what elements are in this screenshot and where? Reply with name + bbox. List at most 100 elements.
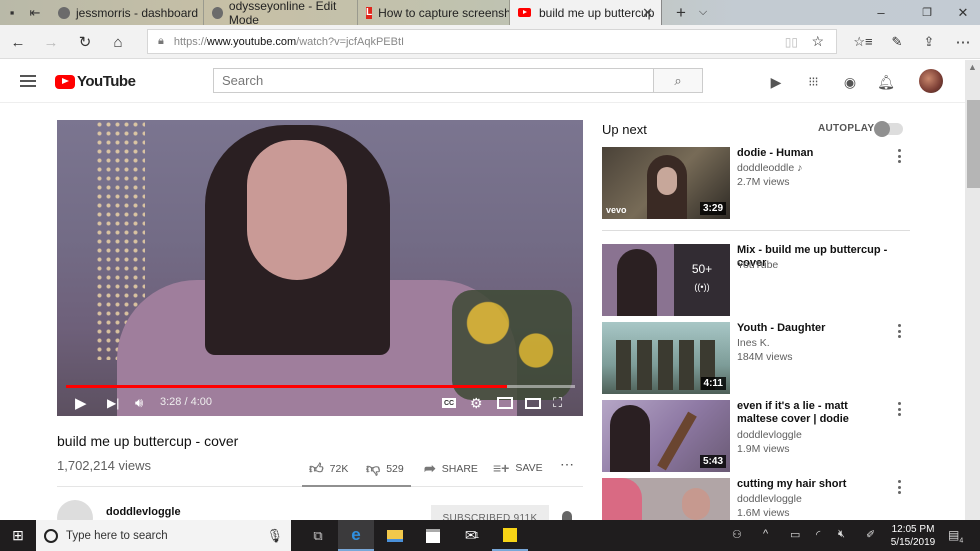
start-button[interactable]: ⊞	[0, 520, 36, 551]
more-actions-icon[interactable]: ⋯	[560, 456, 574, 473]
more-options-icon[interactable]	[898, 324, 902, 338]
back-icon[interactable]: ←	[3, 25, 33, 59]
windows-logo-icon: ⊞	[12, 527, 24, 543]
home-icon[interactable]: ⌂	[103, 25, 133, 59]
file-explorer-icon[interactable]	[377, 520, 413, 551]
mail-icon[interactable]: ✉︎ 1	[454, 520, 490, 551]
video-title[interactable]: even if it's a lie - matt maltese cover …	[737, 400, 887, 426]
tab-preview-icon[interactable]: ⇤	[22, 0, 48, 25]
up-next-video[interactable]: vevo 3:29 dodie - Human doddleoddle ♪ 2.…	[602, 147, 912, 221]
tab-odysseyonline[interactable]: odysseyonline - Edit Mode	[204, 0, 358, 27]
more-options-icon[interactable]	[898, 480, 902, 494]
favorite-star-icon[interactable]: ☆	[811, 33, 824, 50]
video-thumbnail[interactable]	[602, 478, 730, 520]
store-icon[interactable]	[415, 520, 451, 551]
pen-workspace-icon[interactable]: ✐	[866, 528, 875, 541]
lock-icon: 🔒︎	[158, 35, 164, 47]
reading-view-icon[interactable]: ▯▯	[785, 35, 798, 49]
video-title[interactable]: cutting my hair short	[737, 478, 887, 491]
share-button[interactable]: ➦ SHARE	[424, 460, 478, 477]
video-duration: 5:43	[699, 455, 726, 468]
microphone-icon[interactable]: 🎙︎	[266, 528, 283, 544]
channel-name[interactable]: doddlevloggle	[737, 493, 802, 505]
notifications-bell-icon[interactable]: 🔔︎	[876, 72, 896, 92]
tab-jessmorris[interactable]: jessmorris - dashboard	[50, 0, 204, 25]
task-view-icon[interactable]: ⧉	[300, 520, 336, 551]
channel-name[interactable]: doddleoddle ♪	[737, 162, 802, 174]
youtube-logo[interactable]: YouTube	[55, 73, 136, 90]
wifi-icon[interactable]: ◜	[816, 528, 820, 541]
search-icon: ⌕	[674, 72, 682, 88]
minimize-icon[interactable]: –	[864, 0, 898, 25]
video-player[interactable]: ▶ ▶| 🔊︎ 3:28 / 4:00 CC ⚙ ⛶	[57, 120, 583, 416]
page-scrollbar[interactable]: ▲	[965, 60, 980, 520]
set-aside-tabs-icon[interactable]: ▪	[0, 0, 24, 25]
apps-grid-icon[interactable]: ⁝⁝⁝	[803, 72, 823, 92]
edge-icon[interactable]: e	[338, 520, 374, 551]
more-menu-icon[interactable]: ⋯	[948, 25, 978, 59]
action-center-icon[interactable]: ▤4	[948, 528, 963, 544]
video-title[interactable]: dodie - Human	[737, 147, 887, 160]
create-video-icon[interactable]: ▶︎	[766, 72, 786, 92]
theater-mode-icon[interactable]	[525, 398, 541, 409]
refresh-icon[interactable]: ↻	[70, 25, 100, 59]
pen-notes-icon[interactable]: ✎	[882, 25, 912, 59]
tab-how-to-capture[interactable]: L How to capture screenshot:	[358, 0, 510, 25]
settings-gear-icon[interactable]: ⚙	[470, 394, 483, 412]
hamburger-menu-icon[interactable]	[20, 75, 36, 87]
restore-icon[interactable]: ❐	[910, 0, 944, 25]
more-options-icon[interactable]	[898, 402, 902, 416]
video-thumbnail[interactable]: 50+ ((•))	[602, 244, 730, 316]
scroll-up-icon[interactable]: ▲	[968, 62, 977, 72]
volume-muted-icon[interactable]: 🔇︎	[838, 528, 845, 541]
next-video-icon[interactable]: ▶|	[107, 394, 119, 412]
system-clock[interactable]: 12:05 PM 5/15/2019	[888, 523, 938, 549]
battery-icon[interactable]: ▭	[790, 528, 800, 541]
video-thumbnail[interactable]: vevo 3:29	[602, 147, 730, 219]
miniplayer-icon[interactable]	[497, 397, 513, 409]
search-button[interactable]: ⌕	[653, 68, 703, 93]
chevron-down-icon[interactable]: ⌵	[686, 0, 720, 25]
channel-name[interactable]: doddlevloggle	[106, 506, 181, 518]
more-options-icon[interactable]	[898, 149, 902, 163]
save-button[interactable]: ≡+ SAVE	[493, 460, 543, 476]
autoplay-toggle[interactable]	[874, 121, 903, 137]
edge-logo: e	[351, 524, 361, 544]
mix-playlist[interactable]: 50+ ((•)) Mix - build me up buttercup - …	[602, 244, 912, 318]
share-icon[interactable]: ⇪	[914, 25, 944, 59]
video-title[interactable]: Youth - Daughter	[737, 322, 887, 335]
lifewire-icon: L	[366, 6, 373, 19]
show-hidden-icons-icon[interactable]: ^	[763, 528, 768, 540]
scrollbar-thumb[interactable]	[967, 100, 980, 188]
video-thumbnail[interactable]: 4:11	[602, 322, 730, 394]
favorites-list-icon[interactable]: ☆≡	[848, 25, 878, 59]
address-bar[interactable]: 🔒︎ https://www.youtube.com/watch?v=jcfAq…	[147, 29, 837, 54]
playlist-count: 50+	[691, 262, 713, 276]
dislike-button[interactable]: 👎︎ 529	[366, 460, 404, 477]
close-window-icon[interactable]: ✕	[946, 0, 980, 25]
channel-name[interactable]: Ines K.	[737, 337, 770, 349]
forward-icon[interactable]: →	[36, 25, 66, 59]
up-next-video[interactable]: 5:43 even if it's a lie - matt maltese c…	[602, 400, 912, 474]
play-icon[interactable]: ▶	[75, 394, 87, 412]
people-icon[interactable]: ⚇	[732, 528, 742, 541]
channel-name[interactable]: doddlevloggle	[737, 429, 802, 441]
messages-icon[interactable]: ◉	[840, 72, 860, 92]
video-thumbnail[interactable]: 5:43	[602, 400, 730, 472]
view-count: 184M views	[737, 351, 793, 363]
url-scheme: https://	[173, 35, 207, 48]
taskbar-search[interactable]: Type here to search 🎙︎	[36, 520, 291, 551]
account-avatar[interactable]	[919, 69, 943, 93]
video-progress-bar[interactable]	[66, 385, 575, 388]
fullscreen-icon[interactable]: ⛶	[553, 394, 562, 412]
volume-icon[interactable]: 🔊︎	[135, 394, 143, 412]
up-next-video[interactable]: cutting my hair short doddlevloggle 1.6M…	[602, 478, 912, 520]
thumbs-down-icon: 👎︎	[366, 460, 381, 476]
close-tab-icon[interactable]: ✕	[642, 5, 653, 21]
sticky-notes-icon[interactable]	[492, 520, 528, 551]
like-button[interactable]: 👍︎ 72K	[309, 460, 348, 477]
tab-build-me-up-buttercup[interactable]: build me up buttercup ✕	[510, 0, 662, 25]
captions-icon[interactable]: CC	[442, 398, 457, 408]
up-next-video[interactable]: 4:11 Youth - Daughter Ines K. 184M views	[602, 322, 912, 396]
search-input[interactable]: Search	[213, 68, 654, 93]
